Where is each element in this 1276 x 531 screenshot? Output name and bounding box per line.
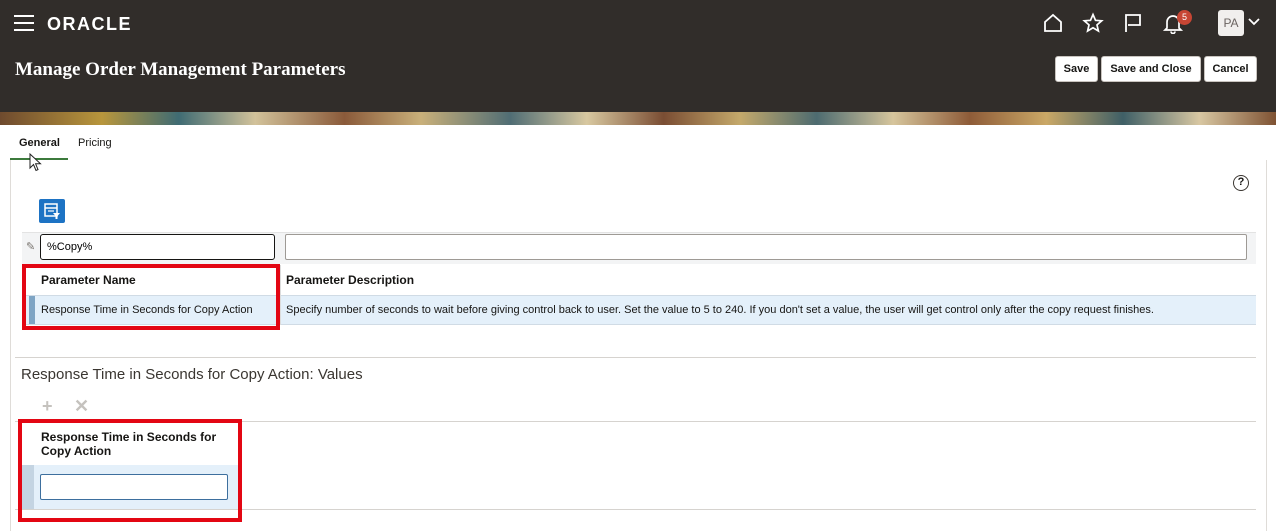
notification-count-badge: 5 xyxy=(1177,10,1192,25)
save-and-close-button[interactable]: Save and Close xyxy=(1101,56,1201,82)
query-by-example-button[interactable] xyxy=(39,199,65,223)
column-header-parameter-description[interactable]: Parameter Description xyxy=(286,273,414,287)
add-icon[interactable]: + xyxy=(42,396,53,417)
save-button[interactable]: Save xyxy=(1055,56,1098,82)
help-icon[interactable]: ? xyxy=(1233,175,1249,191)
chevron-down-icon[interactable] xyxy=(1248,16,1260,30)
delete-icon[interactable]: ✕ xyxy=(74,396,89,417)
section-divider xyxy=(15,357,1256,358)
global-header: ORACLE 5 PA Manage Order Management Para… xyxy=(0,0,1276,125)
page: ORACLE 5 PA Manage Order Management Para… xyxy=(0,0,1276,531)
filter-table-icon xyxy=(44,203,60,219)
values-section-title: Response Time in Seconds for Copy Action… xyxy=(21,366,363,383)
page-title: Manage Order Management Parameters xyxy=(15,59,346,80)
parameter-name-filter-input[interactable] xyxy=(40,234,275,260)
decorative-banner xyxy=(0,112,1276,125)
oracle-logo: ORACLE xyxy=(47,14,132,34)
flag-icon[interactable] xyxy=(1122,12,1144,34)
parameter-description-cell: Specify number of seconds to wait before… xyxy=(286,304,1154,316)
home-icon[interactable] xyxy=(1042,12,1064,34)
clear-filter-icon[interactable]: ✎ xyxy=(26,240,35,253)
highlight-box-response-time xyxy=(18,419,242,522)
star-icon[interactable] xyxy=(1082,12,1104,34)
tab-pricing[interactable]: Pricing xyxy=(78,128,128,160)
parameter-description-filter-input[interactable] xyxy=(285,234,1247,260)
cancel-button[interactable]: Cancel xyxy=(1204,56,1257,82)
menu-icon[interactable] xyxy=(14,15,34,31)
avatar[interactable]: PA xyxy=(1218,10,1244,36)
highlight-box-parameter-name xyxy=(22,264,280,330)
column-divider xyxy=(280,265,281,325)
